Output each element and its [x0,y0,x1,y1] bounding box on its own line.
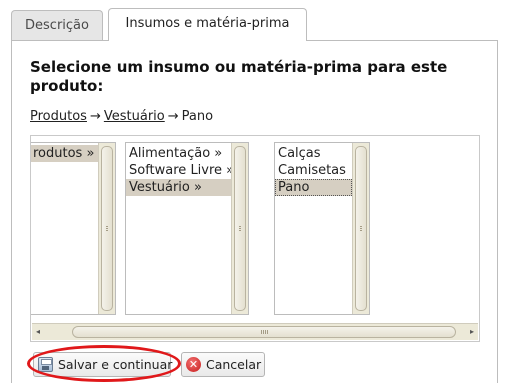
category-column-2: Alimentação » Software Livre » Vestuário… [125,142,249,315]
cancel-label: Cancelar [206,357,262,372]
category-browser: rodutos » Alimentação » Software Livre »… [30,135,480,342]
category-column-3: Calças Camisetas Pano [274,142,370,315]
breadcrumb: Produtos → Vestuário → Pano [30,109,213,124]
breadcrumb-current: Pano [181,109,214,124]
cancel-button[interactable]: ✕ Cancelar [181,352,265,377]
save-icon [38,357,53,372]
save-continue-button[interactable]: Salvar e continuar [33,352,173,377]
column-2-scrollbar[interactable] [231,143,248,314]
category-item-software-livre[interactable]: Software Livre » [126,162,231,179]
breadcrumb-arrow: → [89,109,101,124]
column-1-scrollbar[interactable] [98,143,115,314]
page-title: Selecione um insumo ou matéria-prima par… [30,58,448,95]
category-item-calcas[interactable]: Calças [275,145,352,162]
horizontal-scrollbar[interactable]: ◂ ▸ [32,323,478,340]
category-item-alimentacao[interactable]: Alimentação » [126,145,231,162]
category-item-pano[interactable]: Pano [275,179,352,196]
scroll-left-icon[interactable]: ◂ [36,327,40,336]
category-item-produtos[interactable]: rodutos » [31,145,98,162]
cancel-icon: ✕ [186,357,201,372]
column-3-scrollbar[interactable] [352,143,369,314]
tab-descricao[interactable]: Descrição [11,10,103,40]
save-continue-label: Salvar e continuar [58,357,173,372]
category-item-camisetas[interactable]: Camisetas [275,162,352,179]
breadcrumb-link-vestuario[interactable]: Vestuário [104,109,165,124]
category-column-1: rodutos » [31,142,116,315]
breadcrumb-link-produtos[interactable]: Produtos [30,109,87,124]
tab-insumos[interactable]: Insumos e matéria-prima [108,8,307,41]
scroll-right-icon[interactable]: ▸ [470,327,474,336]
horizontal-scroll-thumb[interactable] [72,326,456,338]
category-item-vestuario[interactable]: Vestuário » [126,179,231,196]
breadcrumb-arrow: → [167,109,179,124]
